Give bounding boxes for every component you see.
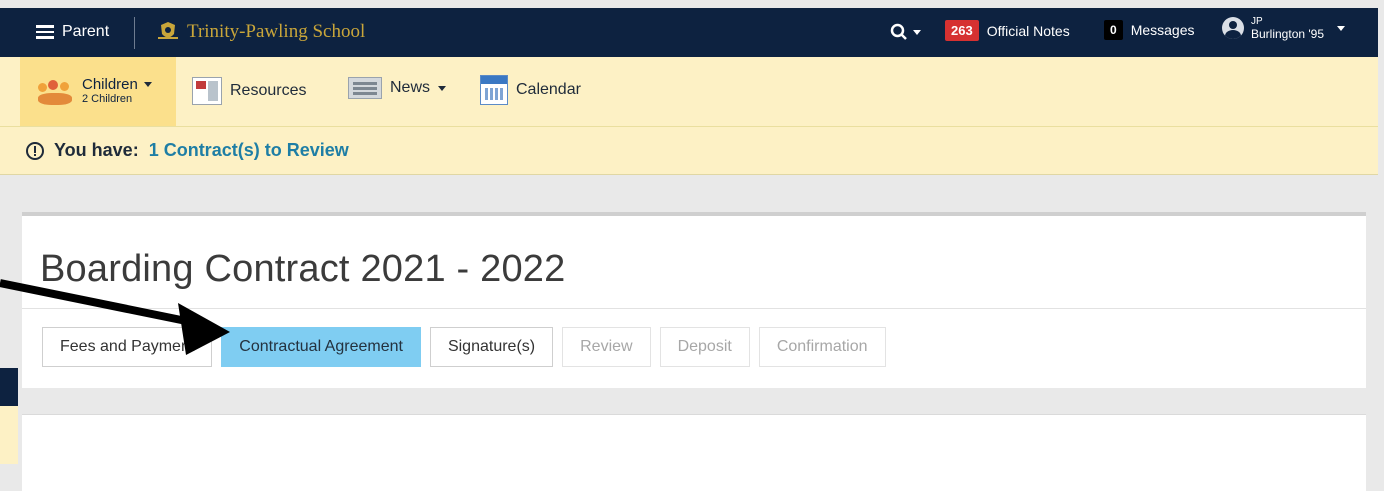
main-menu-button[interactable]: Parent (36, 20, 109, 44)
hamburger-icon (36, 25, 54, 39)
top-navbar: Parent Trinity-Pawling School 263 Offici… (0, 8, 1378, 57)
news-icon (348, 77, 382, 99)
card-divider (22, 308, 1366, 309)
caret-down-icon (1337, 25, 1346, 31)
messages-link[interactable]: 0 Messages (1104, 20, 1195, 40)
school-brand-link[interactable]: Trinity-Pawling School (155, 16, 365, 48)
step-signatures[interactable]: Signature(s) (429, 327, 554, 367)
step-contractual-agreement[interactable]: Contractual Agreement (221, 327, 421, 367)
step-review: Review (562, 327, 651, 367)
alert-icon (26, 141, 44, 160)
messages-label: Messages (1130, 22, 1195, 38)
caret-down-icon (438, 85, 447, 91)
contracts-review-link[interactable]: 1 Contract(s) to Review (149, 140, 349, 161)
crest-icon (158, 22, 178, 39)
user-class-year: Burlington '95 (1251, 27, 1325, 41)
page-title: Boarding Contract 2021 - 2022 (40, 248, 566, 290)
menu-label: Parent (62, 23, 110, 40)
step-deposit: Deposit (659, 327, 750, 367)
alert-banner: You have: 1 Contract(s) to Review (0, 127, 1378, 175)
navbar-divider (134, 17, 135, 49)
content-card (22, 414, 1366, 491)
official-notes-link[interactable]: 263 Official Notes (945, 20, 1070, 41)
alert-prefix: You have: (54, 140, 139, 160)
nav-news[interactable]: News (348, 77, 447, 99)
children-count: 2 Children (82, 92, 133, 105)
brand-name: Trinity-Pawling School (187, 21, 366, 42)
search-icon (890, 23, 907, 40)
background-navbar-fragment (0, 368, 18, 406)
background-subnav-fragment (0, 406, 18, 464)
official-notes-badge: 263 (945, 20, 979, 41)
secondary-navbar: Children 2 Children Resources News Calen… (0, 57, 1378, 127)
nav-resources[interactable]: Resources (192, 77, 306, 105)
caret-down-icon (143, 82, 152, 87)
caret-down-icon (913, 29, 921, 35)
step-confirmation: Confirmation (758, 327, 886, 367)
messages-badge: 0 (1104, 20, 1123, 40)
nav-calendar[interactable]: Calendar (480, 75, 581, 105)
step-fees-and-payment[interactable]: Fees and Payment (42, 327, 213, 367)
user-menu[interactable]: JP Burlington '95 (1222, 16, 1346, 41)
children-label: Children (82, 75, 138, 93)
resources-label: Resources (230, 82, 307, 99)
calendar-label: Calendar (516, 81, 581, 98)
contract-card: Boarding Contract 2021 - 2022 Fees and P… (22, 212, 1366, 388)
calendar-icon (480, 75, 508, 105)
children-menu[interactable]: Children 2 Children (20, 57, 176, 126)
contract-steps: Fees and Payment Contractual Agreement S… (42, 327, 886, 367)
resources-icon (192, 77, 222, 105)
news-label: News (390, 79, 431, 96)
children-icon (38, 79, 74, 105)
avatar-icon (1222, 17, 1244, 39)
official-notes-label: Official Notes (986, 22, 1070, 39)
search-button[interactable] (890, 23, 921, 41)
